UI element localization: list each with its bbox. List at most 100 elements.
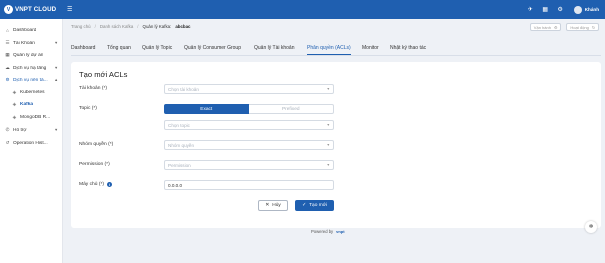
sidebar-item-projects[interactable]: ▦ Quản lý dự án (0, 50, 63, 60)
tab-activity-log[interactable]: Nhật ký thao tác (390, 41, 426, 55)
tab-monitor[interactable]: Monitor (362, 41, 379, 55)
top-bar: V VNPT CLOUD ☰ ✈ ▦ ⚙ Khánh (0, 0, 605, 19)
chevron-down-icon: ▼ (54, 66, 58, 70)
tools-fab-icon[interactable]: ✲ (585, 221, 597, 233)
sidebar-item-kubernetes[interactable]: ⎈ Kubernetes (0, 87, 63, 97)
gear-icon: ⚙ (553, 25, 558, 30)
cancel-button-label: Hủy (272, 203, 281, 208)
breadcrumb-separator: / (94, 23, 96, 29)
project-icon: ▦ (5, 52, 10, 57)
settings-icon[interactable]: ⚙ (557, 6, 564, 13)
operate-button-label: Vận hành (533, 24, 551, 30)
sidebar-item-label: Quản lý dự án (13, 52, 44, 58)
activity-button[interactable]: Hoạt động ↻ (566, 23, 599, 31)
sidebar: ⌂ Dashboard ☰ Tài Khoản ▼ ▦ Quản lý dự á… (0, 19, 63, 263)
support-icon: ✆ (5, 127, 10, 132)
chevron-down-icon: ▼ (326, 87, 330, 91)
sidebar-item-label: Operation Hist... (13, 140, 48, 146)
breadcrumb-current-prefix: Quản lý Kafka: (142, 23, 172, 29)
breadcrumb: Trang chủ / Danh sách Kafka / Quản lý Ka… (71, 22, 190, 30)
account-label: Tài khoản (*) (79, 86, 107, 91)
topic-pattern-toggle: Exact Prefixed (164, 104, 334, 114)
tab-topic-management[interactable]: Quản lý Topic (142, 41, 172, 55)
group-placeholder: Nhóm quyền (168, 142, 195, 148)
sidebar-item-label: MongoDB R... (20, 114, 51, 120)
platform-icon: ⚙ (5, 77, 10, 82)
sidebar-item-mongodb[interactable]: ⎈ MongoDB R... (0, 112, 63, 122)
permission-label: Permission (*) (79, 162, 110, 167)
permission-select[interactable]: Permission ▼ (164, 160, 334, 170)
sidebar-item-operation-history[interactable]: ↺ Operation Hist... (0, 138, 63, 148)
user-menu[interactable]: Khánh (573, 5, 599, 14)
sidebar-item-label: Kubernetes (20, 89, 45, 95)
operate-button[interactable]: Vận hành ⚙ (529, 23, 562, 31)
tab-bar: Dashboard Tổng quan Quản lý Topic Quản l… (71, 41, 601, 56)
tab-consumer-group[interactable]: Quản lý Consumer Group (184, 41, 241, 55)
logo-text: VNPT CLOUD (15, 6, 57, 13)
account-icon: ☰ (5, 40, 10, 45)
permission-group-select[interactable]: Nhóm quyền ▼ (164, 140, 334, 150)
group-label: Nhóm quyền (*) (79, 142, 114, 147)
refresh-icon: ↻ (591, 25, 595, 30)
top-bar-actions: ✈ ▦ ⚙ Khánh (527, 0, 599, 19)
vnpt-brand-logo: vnpt (336, 229, 345, 234)
topic-label: Topic (*) (79, 106, 97, 111)
form-title: Tạo mới ACLs (79, 70, 128, 79)
chevron-up-icon: ▲ (54, 78, 58, 82)
rocket-icon[interactable]: ✈ (527, 6, 534, 13)
breadcrumb-separator: / (137, 23, 139, 29)
host-input[interactable]: 0.0.0.0 (164, 180, 334, 190)
apps-grid-icon[interactable]: ▦ (542, 6, 549, 13)
sidebar-item-label: Dashboard (13, 27, 37, 33)
sidebar-item-dashboard[interactable]: ⌂ Dashboard (0, 25, 63, 35)
sidebar-item-account[interactable]: ☰ Tài Khoản ▼ (0, 38, 63, 48)
hamburger-icon[interactable]: ☰ (67, 6, 72, 13)
sidebar-item-label: Kafka (20, 101, 34, 107)
create-button-label: Tạo mới (309, 203, 327, 208)
kafka-icon: ⎈ (12, 101, 17, 107)
user-name: Khánh (584, 7, 599, 12)
account-placeholder: Chọn tài khoản (168, 86, 199, 92)
sidebar-item-support[interactable]: ✆ Hỗ trợ ▼ (0, 125, 63, 135)
mongodb-icon: ⎈ (12, 114, 17, 120)
breadcrumb-kafka-list[interactable]: Danh sách Kafka (100, 24, 133, 29)
sidebar-item-infrastructure[interactable]: ☁ Dịch vụ hạ tầng ▼ (0, 63, 63, 73)
logo[interactable]: V VNPT CLOUD (4, 5, 62, 14)
topic-select[interactable]: Chọn topic ▼ (164, 120, 334, 130)
breadcrumb-current: abcbac (175, 23, 191, 29)
sidebar-item-platform-services[interactable]: ⚙ Dịch vụ nền tả... ▲ (0, 75, 63, 85)
sidebar-item-label: Hỗ trợ (13, 127, 27, 133)
host-label: Máy chủ (*) (79, 182, 105, 187)
chevron-down-icon: ▼ (326, 163, 330, 167)
sidebar-item-label: Dịch vụ nền tả... (13, 77, 48, 83)
info-icon[interactable]: i (107, 182, 113, 187)
chevron-down-icon: ▼ (326, 123, 330, 127)
sidebar-item-label: Tài Khoản (13, 40, 35, 46)
create-acl-form: Tạo mới ACLs Tài khoản (*) Chọn tài khoả… (71, 62, 601, 228)
avatar (573, 5, 582, 14)
cancel-button[interactable]: ✕ Hủy (258, 200, 288, 211)
top-actions: Vận hành ⚙ Hoạt động ↻ (529, 23, 599, 31)
cloud-icon: ☁ (5, 65, 10, 70)
create-button[interactable]: ✓ Tạo mới (295, 200, 334, 211)
dashboard-icon: ⌂ (6, 27, 9, 33)
tab-acls[interactable]: Phân quyền (ACLs) (307, 41, 351, 55)
permission-placeholder: Permission (168, 162, 191, 168)
topic-prefixed-button[interactable]: Prefixed (248, 104, 334, 114)
topic-exact-button[interactable]: Exact (164, 104, 249, 114)
tab-dashboard[interactable]: Dashboard (71, 41, 95, 55)
tab-overview[interactable]: Tổng quan (107, 41, 131, 55)
tab-account-management[interactable]: Quản lý Tài khoản (254, 41, 295, 55)
sidebar-item-kafka[interactable]: ⎈ Kafka (0, 99, 63, 109)
vnpt-logo-icon: V (4, 5, 13, 14)
check-icon: ✓ (302, 203, 307, 208)
account-select[interactable]: Chọn tài khoản ▼ (164, 84, 334, 94)
topic-placeholder: Chọn topic (168, 122, 190, 128)
breadcrumb-home[interactable]: Trang chủ (71, 24, 91, 29)
powered-by-text: Powered by (311, 229, 334, 234)
powered-by: Powered by vnpt (311, 229, 345, 234)
kubernetes-icon: ⎈ (12, 89, 17, 95)
history-icon: ↺ (5, 140, 10, 145)
chevron-down-icon: ▼ (54, 41, 58, 45)
close-icon: ✕ (265, 203, 270, 208)
